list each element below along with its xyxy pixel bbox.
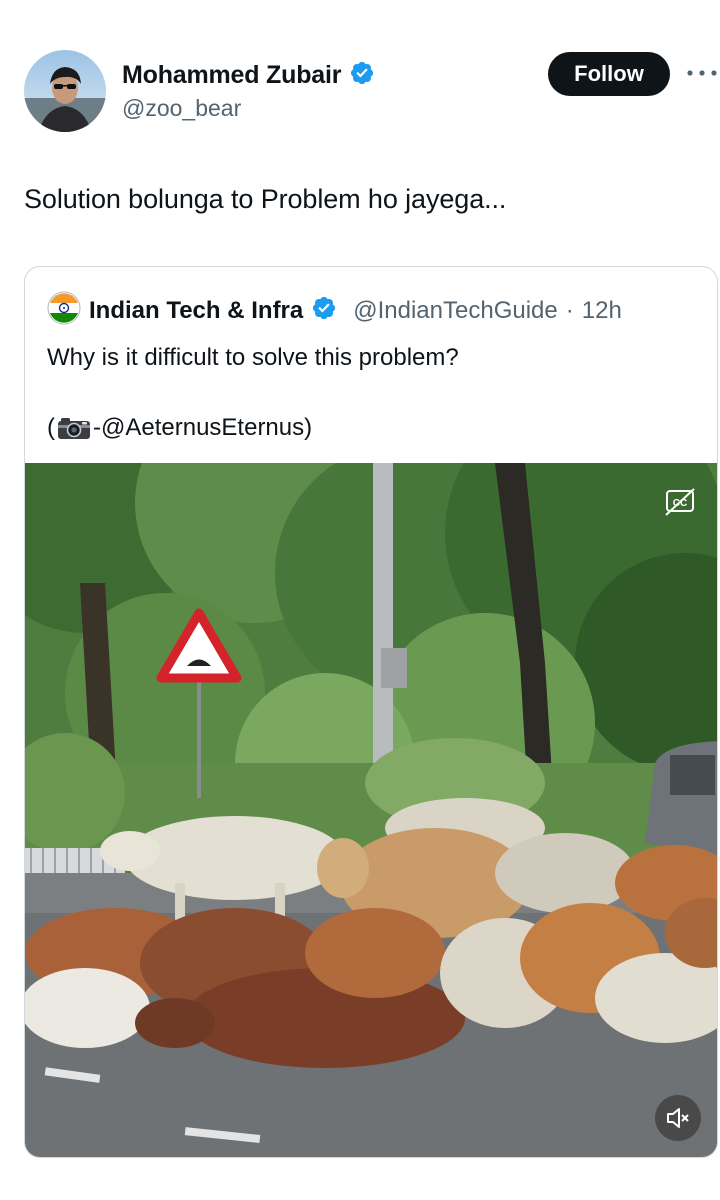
verified-badge-icon xyxy=(349,60,375,91)
credit-handle[interactable]: -@AeternusEternus) xyxy=(93,414,312,442)
photo-credit: ( -@AeternusEternus) xyxy=(47,414,312,442)
closed-captions-icon[interactable]: CC xyxy=(663,485,697,519)
author-avatar[interactable] xyxy=(24,50,106,132)
verified-badge-icon xyxy=(311,295,337,326)
quoted-tweet-card[interactable]: Indian Tech & Infra @IndianTechGuide · 1… xyxy=(24,266,718,1158)
follow-button[interactable]: Follow xyxy=(548,52,670,96)
author-name[interactable]: Mohammed Zubair xyxy=(122,61,341,90)
more-horizontal-icon[interactable] xyxy=(684,58,720,88)
quoted-tweet-text: Why is it difficult to solve this proble… xyxy=(47,344,459,371)
quoted-author-name[interactable]: Indian Tech & Infra xyxy=(89,297,303,325)
camera-icon xyxy=(57,416,91,440)
quoted-author-handle[interactable]: @IndianTechGuide xyxy=(353,297,558,325)
video-player[interactable]: CC xyxy=(25,463,717,1157)
author-handle[interactable]: @zoo_bear xyxy=(122,95,241,122)
credit-open-paren: ( xyxy=(47,414,55,441)
cattle-on-road-video-frame xyxy=(25,463,717,1157)
separator-dot: · xyxy=(565,296,574,324)
tweet-text: Solution bolunga to Problem ho jayega... xyxy=(24,184,507,214)
mute-icon[interactable] xyxy=(655,1095,701,1141)
quoted-timestamp[interactable]: 12h xyxy=(582,297,622,325)
india-flag-logo-icon[interactable] xyxy=(47,291,81,330)
